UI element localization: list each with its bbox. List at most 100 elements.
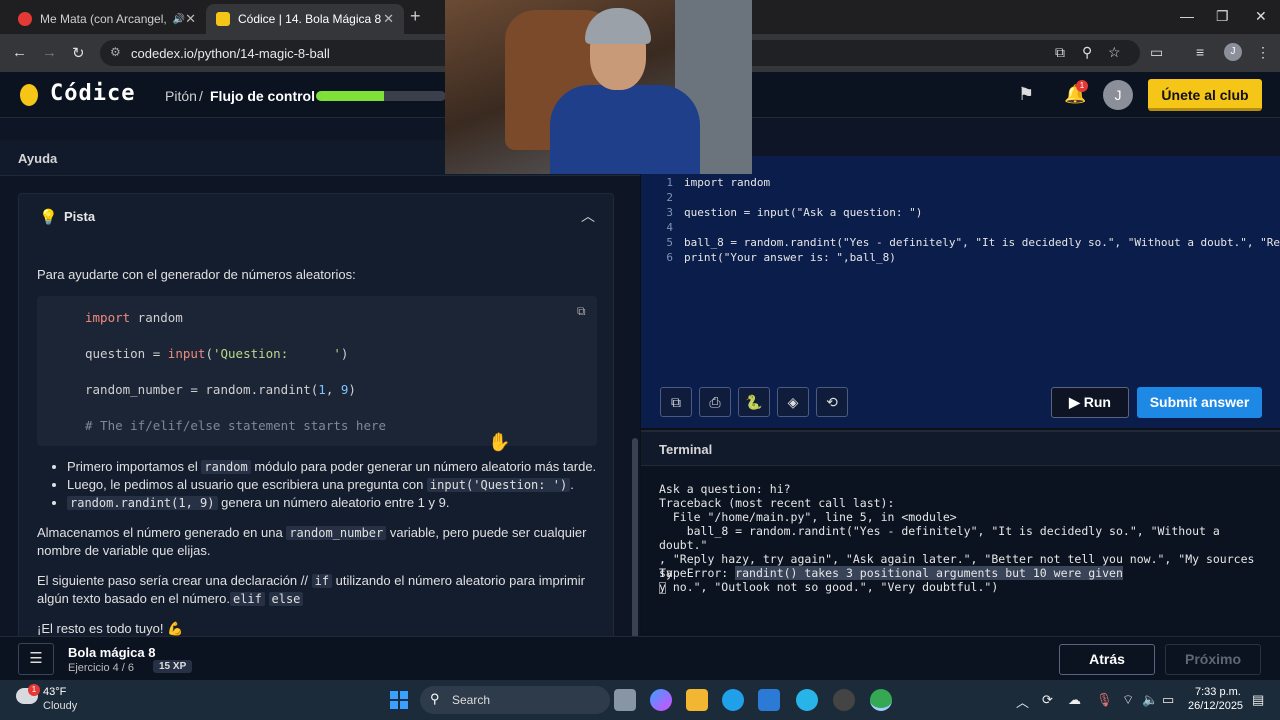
webcam-person-body	[550, 85, 700, 174]
exercise-title: Bola mágica 8	[68, 645, 156, 660]
codedex-favicon-icon	[216, 12, 230, 26]
task-view-icon[interactable]	[614, 689, 636, 711]
back-icon[interactable]: ←	[12, 44, 27, 61]
breadcrumb-section[interactable]: Flujo de control	[210, 88, 315, 104]
close-tab-icon[interactable]: ✕	[383, 11, 394, 27]
hint-code-block: ⧉ import random question = input('Questi…	[37, 296, 597, 446]
terminal-cursor[interactable]	[659, 582, 666, 594]
xp-badge: 15 XP	[153, 660, 193, 673]
weather-badge: 1	[28, 684, 40, 696]
hint-card: 💡 Pista ︿ Para ayudarte con el generador…	[18, 193, 614, 653]
close-tab-icon[interactable]: ✕	[185, 11, 196, 27]
tab-title: Me Mata (con Arcangel, Al…	[40, 12, 167, 26]
new-tab-icon[interactable]: +	[410, 6, 421, 27]
obs-icon[interactable]	[833, 689, 855, 711]
breadcrumb-course[interactable]: Pitón	[165, 88, 197, 104]
notification-center-icon[interactable]: ▤	[1252, 692, 1264, 708]
next-button[interactable]: Próximo	[1165, 644, 1261, 675]
clock-time[interactable]: 7:33 p.m.	[1195, 686, 1241, 698]
media-icon[interactable]: ≡	[1196, 44, 1204, 60]
chevron-up-icon[interactable]: ︿	[1016, 692, 1029, 711]
run-button[interactable]: ▶ Run	[1051, 387, 1129, 418]
user-avatar[interactable]: J	[1103, 80, 1133, 110]
speaker-icon[interactable]: 🔊	[173, 14, 185, 25]
battery-icon[interactable]: ▭	[1162, 692, 1174, 708]
zoom-icon[interactable]: ⚲	[1082, 44, 1092, 61]
chevron-up-icon[interactable]: ︿	[581, 206, 595, 226]
minimize-icon[interactable]: —	[1180, 8, 1194, 24]
browser-profile-avatar[interactable]: J	[1224, 43, 1242, 61]
notification-badge: 1	[1076, 80, 1088, 92]
terminal-title: Terminal	[659, 442, 713, 457]
taskbar-search[interactable]: ⚲ Search	[420, 686, 610, 714]
maximize-icon[interactable]: ❐	[1216, 8, 1229, 25]
microphone-icon[interactable]: 🎙	[1096, 692, 1113, 708]
sync-icon[interactable]: ⟳	[1042, 692, 1053, 708]
translate-icon[interactable]: ⧉	[1055, 44, 1065, 61]
mouse-pointer-icon: ✋	[488, 432, 511, 452]
editor-line: 4	[666, 221, 673, 234]
hint-paragraph: El siguiente paso sería crear una declar…	[37, 573, 585, 606]
editor-line: 1 import random	[666, 176, 771, 189]
windows-taskbar: 1 43°F Cloudy ⚲ Search ︿ ⟳ ☁ 🎙 ⌔ 🔈 ▭ 7:3…	[0, 680, 1280, 720]
lightbulb-icon: 💡	[39, 209, 58, 226]
hint-intro: Para ayudarte con el generador de número…	[37, 267, 356, 282]
youtube-icon	[18, 12, 32, 26]
terminal-header: Terminal	[641, 430, 1280, 466]
url-text: codedex.io/python/14-magic-8-ball	[131, 46, 330, 61]
search-icon: ⚲	[430, 691, 440, 706]
sidepanel-icon[interactable]: ▭	[1150, 44, 1163, 61]
python-icon[interactable]: 🐍	[738, 387, 770, 417]
help-panel: Ayuda 💡 Pista ︿ Para ayudarte con el gen…	[0, 118, 640, 653]
back-button[interactable]: Atrás	[1059, 644, 1155, 675]
volume-icon[interactable]: 🔈	[1142, 692, 1158, 708]
submit-answer-button[interactable]: Submit answer	[1137, 387, 1262, 418]
list-item: Luego, le pedimos al usuario que escribi…	[67, 476, 609, 494]
join-club-button[interactable]: Únete al club	[1148, 79, 1262, 111]
copilot-icon[interactable]	[650, 689, 672, 711]
reload-icon[interactable]: ↻	[72, 44, 85, 62]
editor-line: 3 question = input("Ask a question: ")	[666, 206, 923, 219]
wifi-icon[interactable]: ⌔	[1122, 692, 1134, 708]
code-line: import random	[85, 310, 183, 325]
list-item: Primero importamos el random módulo para…	[67, 458, 609, 476]
browser-menu-icon[interactable]: ⋮	[1256, 44, 1270, 61]
code-line: question = input('Question: ')	[85, 346, 349, 361]
tab-music[interactable]: Me Mata (con Arcangel, Al… 🔊 ✕	[8, 4, 206, 34]
code-line: # The if/elif/else statement starts here	[85, 418, 387, 433]
hint-title[interactable]: Pista	[64, 209, 95, 224]
help-scrollbar[interactable]	[632, 438, 638, 638]
flag-icon[interactable]: ⚑	[1018, 84, 1034, 105]
store-icon[interactable]	[758, 689, 780, 711]
run-label: Run	[1083, 394, 1111, 410]
site-settings-icon[interactable]: ⚙	[110, 45, 121, 59]
chrome-icon[interactable]	[870, 689, 892, 711]
editor-line: 6 print("Your answer is: ",ball_8)	[666, 251, 896, 264]
exercise-footer: ☰ Bola mágica 8 Ejercicio 4 / 6 15 XP At…	[0, 636, 1280, 680]
terminal-panel: Terminal Ask a question: hi? Traceback (…	[641, 430, 1280, 636]
editor-line: 5 ball_8 = random.randint("Yes - definite…	[666, 236, 1280, 249]
bookmark-star-icon[interactable]: ☆	[1108, 44, 1121, 61]
exercise-menu-icon[interactable]: ☰	[18, 643, 54, 675]
clock-date[interactable]: 26/12/2025	[1188, 700, 1243, 712]
app-icon[interactable]	[796, 689, 818, 711]
list-item: random.randint(1, 9) genera un número al…	[67, 494, 609, 512]
terminal-error: TypeError: randint() takes 3 positional …	[659, 566, 1123, 580]
exercise-progress: Ejercicio 4 / 6	[68, 662, 135, 674]
windows-start-icon[interactable]	[390, 691, 408, 709]
close-window-icon[interactable]: ✕	[1255, 8, 1267, 25]
screenshot-icon[interactable]: ⎙	[699, 387, 731, 417]
course-progress-bar	[316, 91, 446, 101]
tab-codex[interactable]: Códice | 14. Bola Mágica 8 ✕	[206, 4, 404, 34]
file-explorer-icon[interactable]	[686, 689, 708, 711]
edge-icon[interactable]	[722, 689, 744, 711]
onedrive-icon[interactable]: ☁	[1068, 692, 1081, 708]
reset-icon[interactable]: ⟲	[816, 387, 848, 417]
copy-code-icon[interactable]: ⧉	[660, 387, 692, 417]
copy-icon[interactable]: ⧉	[577, 304, 586, 319]
tab-title: Códice | 14. Bola Mágica 8	[238, 12, 382, 26]
theme-icon[interactable]: ◈	[777, 387, 809, 417]
forward-icon[interactable]: →	[42, 44, 57, 61]
site-logo[interactable]: Códice	[50, 81, 135, 106]
webcam-overlay	[445, 0, 752, 174]
